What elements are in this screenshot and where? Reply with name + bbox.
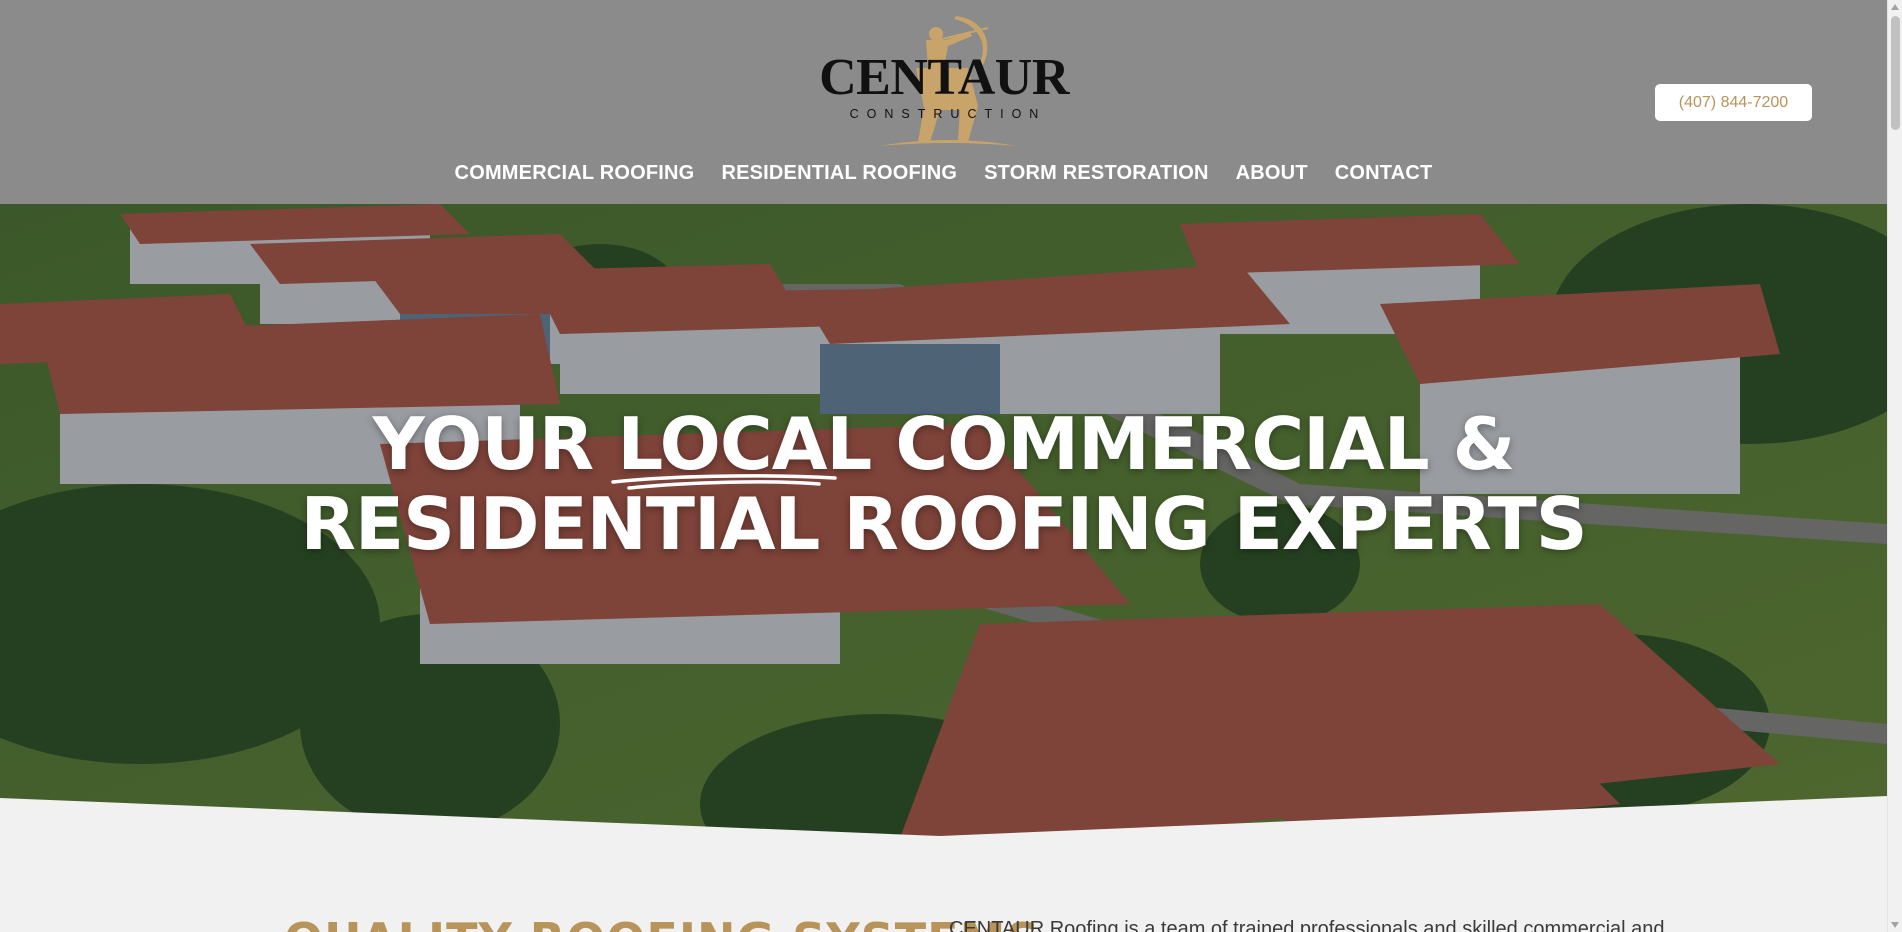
logo-name: CENTAUR — [819, 49, 1069, 106]
main-nav: COMMERCIAL ROOFING RESIDENTIAL ROOFING S… — [0, 162, 1887, 185]
nav-about[interactable]: ABOUT — [1236, 162, 1308, 185]
logo[interactable]: CENTAUR CONSTRUCTION — [818, 10, 1070, 148]
section-text: CENTAUR Roofing is a team of trained pro… — [949, 918, 1665, 932]
hero-word-local: LOCAL — [611, 404, 872, 490]
underline-scribble-icon — [611, 474, 838, 490]
hero-word-your: YOUR — [372, 402, 595, 486]
scrollbar-thumb[interactable] — [1891, 16, 1900, 130]
scroll-up-icon[interactable] — [1891, 4, 1899, 10]
hero-line-2: RESIDENTIAL ROOFING EXPERTS — [300, 482, 1587, 566]
section-heading: QUALITY ROOFING SYSTEMS — [284, 913, 1040, 932]
logo-subtitle: CONSTRUCTION — [849, 107, 1047, 121]
hero-word-commercial: COMMERCIAL & — [895, 402, 1515, 486]
nav-commercial-roofing[interactable]: COMMERCIAL ROOFING — [455, 162, 695, 185]
intro-section: QUALITY ROOFING SYSTEMS CENTAUR Roofing … — [0, 838, 1887, 932]
nav-residential-roofing[interactable]: RESIDENTIAL ROOFING — [721, 162, 957, 185]
phone-button[interactable]: (407) 844-7200 — [1655, 84, 1812, 121]
scroll-down-icon[interactable] — [1891, 922, 1899, 928]
hero-title: YOUR LOCAL COMMERCIAL & RESIDENTIAL ROOF… — [0, 404, 1887, 564]
hero: YOUR LOCAL COMMERCIAL & RESIDENTIAL ROOF… — [0, 204, 1887, 838]
nav-storm-restoration[interactable]: STORM RESTORATION — [984, 162, 1209, 185]
scrollbar[interactable] — [1887, 0, 1902, 932]
site-header: CENTAUR CONSTRUCTION (407) 844-7200 COMM… — [0, 0, 1887, 204]
nav-contact[interactable]: CONTACT — [1335, 162, 1433, 185]
